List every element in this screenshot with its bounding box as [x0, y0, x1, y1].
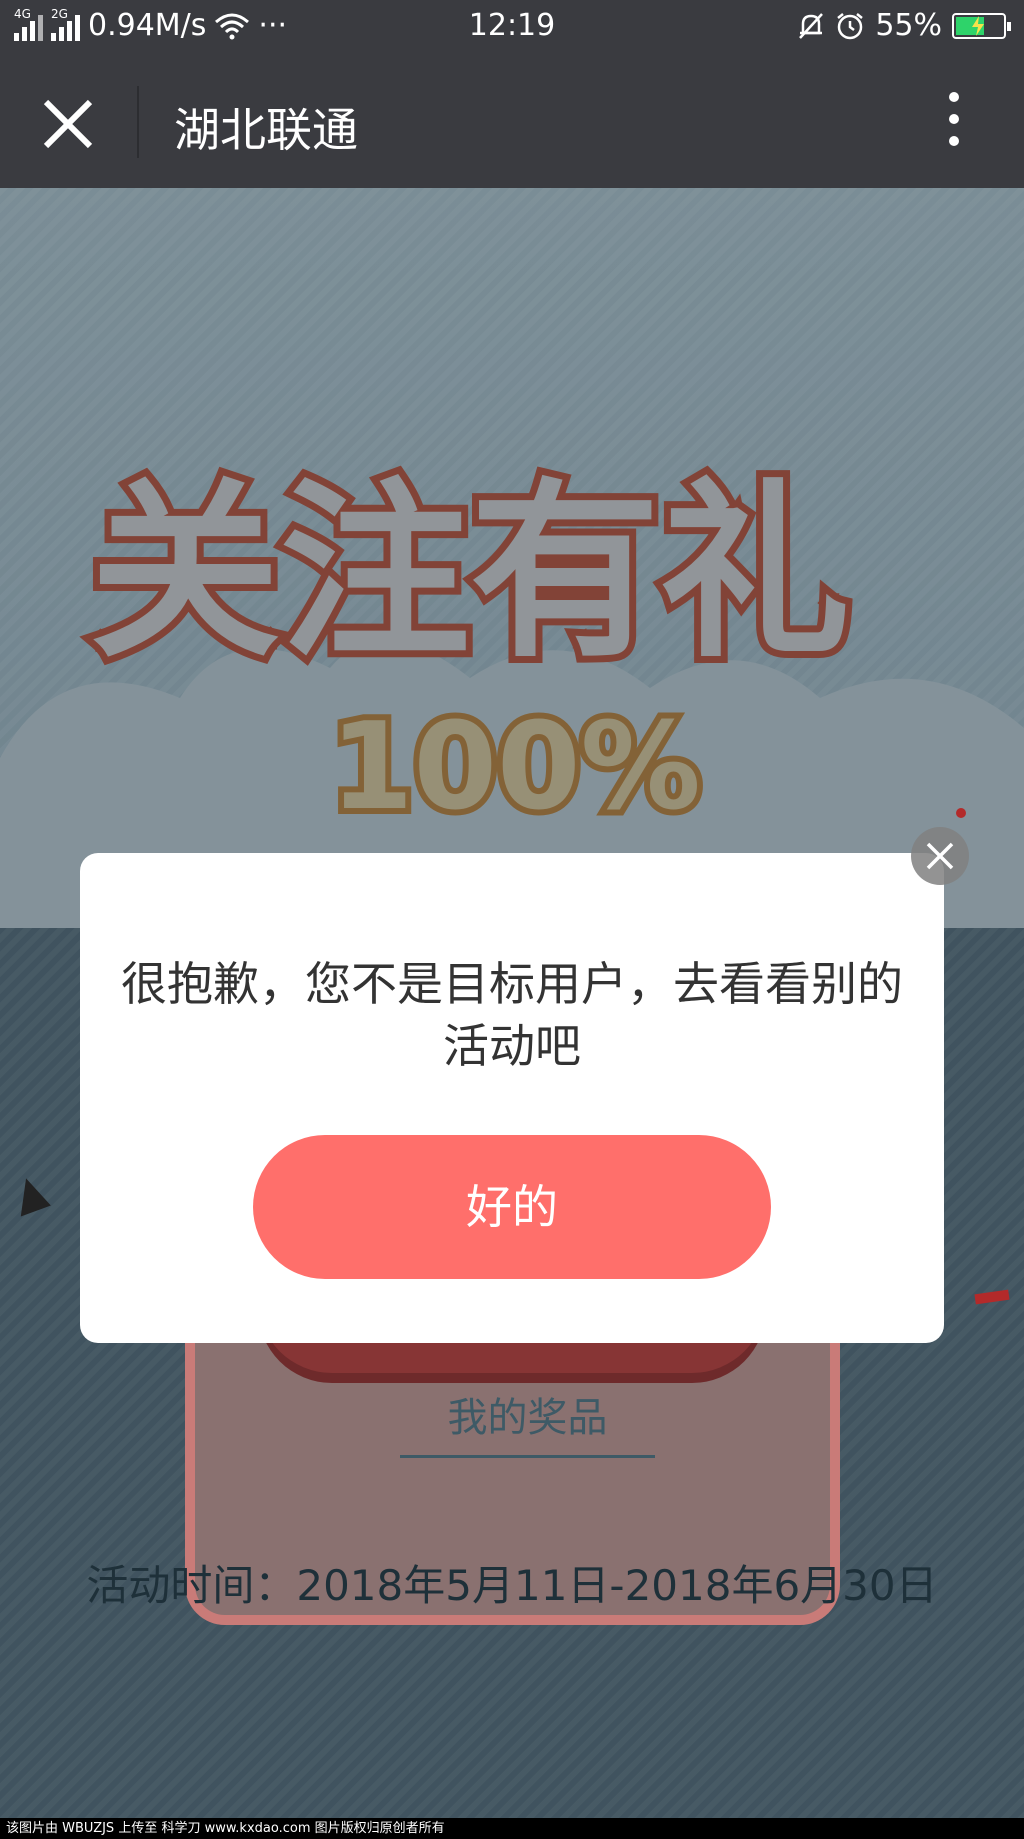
close-circle-icon[interactable] [911, 827, 969, 885]
my-prizes-link[interactable]: 我的奖品 [400, 1385, 655, 1458]
battery-percent: 55% [875, 8, 942, 43]
activity-time: 活动时间：2018年5月11日-2018年6月30日 [86, 1561, 938, 1610]
title-bar: 湖北联通 [0, 56, 1024, 188]
more-vertical-icon[interactable] [944, 92, 964, 152]
footer-watermark: 该图片由 WBUZJS 上传至 科学刀 www.kxdao.com 图片版权归原… [0, 1818, 1024, 1839]
title-divider [137, 86, 139, 158]
silent-bell-icon [799, 12, 824, 39]
alarm-icon [837, 12, 864, 39]
confetti-piece [956, 808, 966, 818]
battery-charging-icon [952, 12, 1011, 39]
alert-dialog: 很抱歉，您不是目标用户，去看看别的活动吧 好的 [80, 853, 944, 1343]
dialog-message: 很抱歉，您不是目标用户，去看看别的活动吧 [121, 957, 903, 1073]
status-bar: 4G 2G 0.94M/s ··· 12:19 55% [0, 0, 1024, 56]
status-right: 55% [797, 8, 1011, 43]
close-icon[interactable] [38, 94, 98, 154]
ok-button[interactable]: 好的 [253, 1135, 771, 1279]
page-title: 湖北联通 [174, 103, 358, 157]
